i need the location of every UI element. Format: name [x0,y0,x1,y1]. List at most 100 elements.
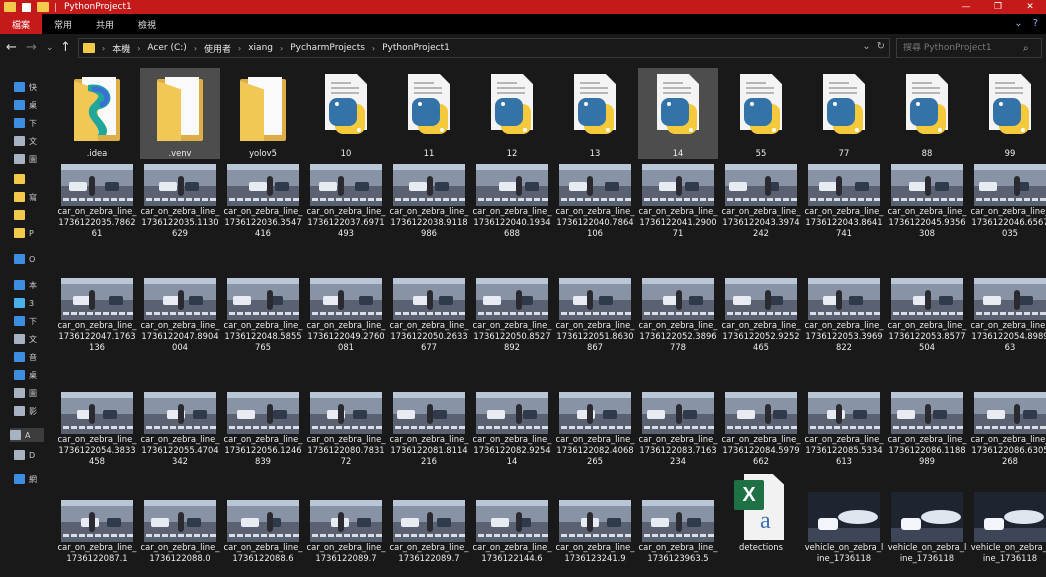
file-item[interactable]: car_on_zebra_line_1736123241.9 [555,486,635,564]
nav-item[interactable]: 下 [14,116,44,130]
file-item[interactable]: car_on_zebra_line_1736122050.2633677 [389,272,469,353]
nav-item[interactable]: 音 [14,350,44,364]
chevron-right-icon[interactable]: › [372,44,375,53]
file-item[interactable]: 77 [804,68,884,159]
file-item[interactable]: car_on_zebra_line_1736122144.6 [472,486,552,564]
file-item[interactable]: car_on_zebra_line_1736122056.1246839 [223,386,303,467]
close-button[interactable]: ✕ [1014,0,1046,14]
file-item[interactable]: car_on_zebra_line_1736122041.290071 [638,158,718,239]
file-item[interactable]: car_on_zebra_line_1736122089.7 [306,486,386,564]
address-bar[interactable]: › 本機 › Acer (C:) › 使用者 › xiang › Pycharm… [78,38,890,58]
file-item[interactable]: car_on_zebra_line_1736122053.8577504 [887,272,967,353]
nav-item[interactable]: P [14,226,44,240]
file-item[interactable]: car_on_zebra_line_1736122043.3974242 [721,158,801,239]
file-item[interactable]: vehicle_on_zebra_line_1736118 [970,486,1046,564]
up-arrow-icon[interactable]: ↑ [60,40,71,55]
nav-item[interactable]: 寫 [14,190,44,204]
file-item[interactable]: car_on_zebra_line_1736122051.8630867 [555,272,635,353]
folder-item[interactable]: .venv [140,68,220,159]
tab-share[interactable]: 共用 [84,14,126,34]
back-arrow-icon[interactable]: ← [6,40,17,55]
file-item[interactable]: car_on_zebra_line_1736122088.0 [140,486,220,564]
nav-item[interactable]: 網 [14,472,44,486]
breadcrumb-user[interactable]: xiang [248,43,273,53]
file-item[interactable]: 88 [887,68,967,159]
nav-item[interactable]: 文 [14,332,44,346]
file-item[interactable]: car_on_zebra_line_1736122054.3833458 [57,386,137,467]
file-item[interactable]: car_on_zebra_line_1736122082.925414 [472,386,552,467]
help-icon[interactable]: ? [1033,18,1038,29]
file-item[interactable]: 14 [638,68,718,159]
file-item[interactable]: car_on_zebra_line_1736122046.6567035 [970,158,1046,239]
file-item[interactable]: car_on_zebra_line_1736122043.8641741 [804,158,884,239]
file-item[interactable]: car_on_zebra_line_1736122054.898963 [970,272,1046,353]
breadcrumb-pycharmprojects[interactable]: PycharmProjects [290,43,365,53]
file-item[interactable]: 55 [721,68,801,159]
file-item[interactable]: car_on_zebra_line_1736122047.8904004 [140,272,220,353]
file-item[interactable]: 12 [472,68,552,159]
file-item[interactable]: car_on_zebra_line_1736122045.9356308 [887,158,967,239]
file-item[interactable]: 10 [306,68,386,159]
file-item[interactable]: Xa detections [721,474,801,553]
file-item[interactable]: 11 [389,68,469,159]
file-item[interactable]: car_on_zebra_line_1736122083.7163234 [638,386,718,467]
forward-arrow-icon[interactable]: → [26,40,37,55]
nav-item[interactable]: 桌 [14,98,44,112]
refresh-icon[interactable]: ↻ [877,41,885,52]
file-item[interactable]: car_on_zebra_line_1736122080.783172 [306,386,386,467]
file-item[interactable]: car_on_zebra_line_1736122082.4068265 [555,386,635,467]
file-item[interactable]: car_on_zebra_line_1736122081.8114216 [389,386,469,467]
chevron-right-icon[interactable]: › [194,44,197,53]
breadcrumb-users[interactable]: 使用者 [204,42,231,55]
file-item[interactable]: car_on_zebra_line_1736122052.9252465 [721,272,801,353]
checkbox-icon[interactable] [22,2,31,12]
file-item[interactable]: car_on_zebra_line_1736122040.1934688 [472,158,552,239]
chevron-right-icon[interactable]: › [137,44,140,53]
file-item[interactable]: car_on_zebra_line_1736122052.3896778 [638,272,718,353]
file-item[interactable]: 99 [970,68,1046,159]
file-item[interactable]: 13 [555,68,635,159]
file-item[interactable]: car_on_zebra_line_1736122038.9118986 [389,158,469,239]
nav-item[interactable]: 下 [14,314,44,328]
chevron-right-icon[interactable]: › [280,44,283,53]
chevron-right-icon[interactable]: › [238,44,241,53]
chevron-down-icon[interactable]: ⌄ [862,41,870,52]
file-item[interactable]: car_on_zebra_line_1736122050.8527892 [472,272,552,353]
nav-item[interactable]: A [10,428,44,442]
folder-icon[interactable] [4,2,16,12]
chevron-down-icon[interactable]: ⌄ [1014,18,1022,29]
file-item[interactable]: vehicle_on_zebra_line_1736118 [804,486,884,564]
file-item[interactable]: car_on_zebra_line_1736122088.6 [223,486,303,564]
tab-home[interactable]: 常用 [42,14,84,34]
file-item[interactable]: car_on_zebra_line_1736122049.2760081 [306,272,386,353]
breadcrumb-drive[interactable]: Acer (C:) [147,43,186,53]
file-item[interactable]: car_on_zebra_line_1736122089.7 [389,486,469,564]
chevron-right-icon[interactable]: › [102,44,105,53]
minimize-button[interactable]: — [950,0,982,14]
file-item[interactable]: car_on_zebra_line_1736123963.5 [638,486,718,564]
maximize-button[interactable]: ❐ [982,0,1014,14]
search-input[interactable] [903,43,1019,53]
folder-item[interactable]: .idea [57,68,137,159]
chevron-down-icon[interactable]: ⌄ [46,43,54,53]
file-item[interactable]: car_on_zebra_line_1736122086.6305268 [970,386,1046,467]
tab-view[interactable]: 檢視 [126,14,168,34]
search-icon[interactable]: ⌕ [1023,43,1029,54]
nav-item[interactable]: 文 [14,134,44,148]
nav-item[interactable]: O [14,252,44,266]
file-item[interactable]: car_on_zebra_line_1736122040.7864106 [555,158,635,239]
breadcrumb-pc[interactable]: 本機 [112,42,130,55]
nav-item[interactable]: 本 [14,278,44,292]
nav-item[interactable]: 3 [14,296,44,310]
nav-item[interactable]: 影 [14,404,44,418]
file-item[interactable]: car_on_zebra_line_1736122036.3547416 [223,158,303,239]
file-item[interactable]: car_on_zebra_line_1736122055.4704342 [140,386,220,467]
file-item[interactable]: car_on_zebra_line_1736122053.3969822 [804,272,884,353]
file-item[interactable]: car_on_zebra_line_1736122035.786261 [57,158,137,239]
nav-item[interactable]: D [14,448,44,462]
folder-icon[interactable] [37,2,49,12]
file-item[interactable]: car_on_zebra_line_1736122084.5979662 [721,386,801,467]
file-item[interactable]: vehicle_on_zebra_line_1736118 [887,486,967,564]
file-item[interactable]: car_on_zebra_line_1736122035.1130629 [140,158,220,239]
nav-item[interactable]: 圖 [14,386,44,400]
